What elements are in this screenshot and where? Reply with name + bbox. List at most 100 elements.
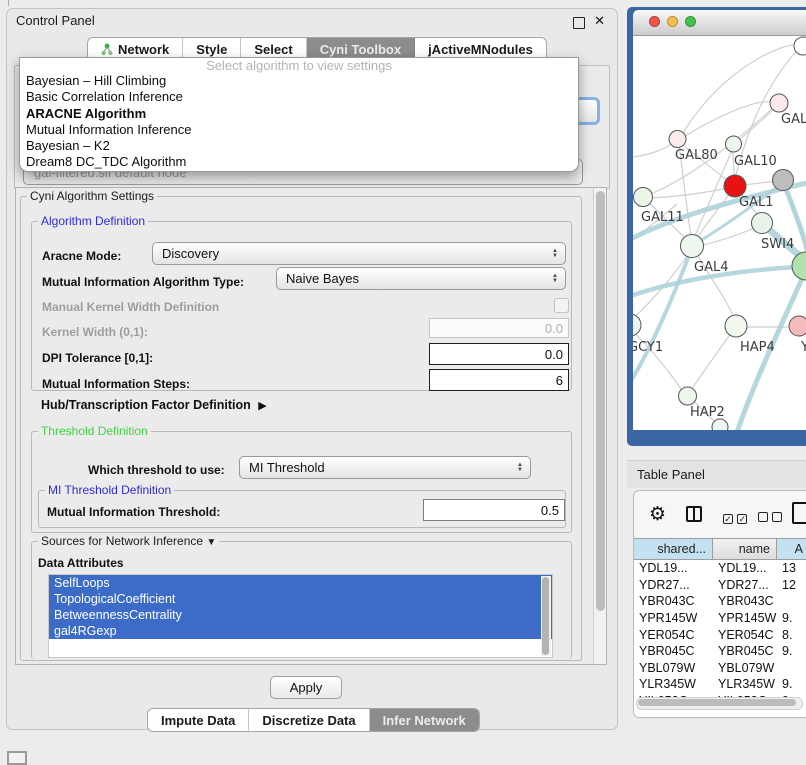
network-graph: GALGAL80GAL10GAL1GAL11SWI4GAL4GCY1HAP4YH… — [633, 36, 806, 430]
table-cell — [777, 593, 806, 610]
tab-impute-data[interactable]: Impute Data — [148, 709, 249, 731]
float-window-icon[interactable] — [573, 17, 585, 29]
settings-scrollbar[interactable] — [593, 188, 606, 664]
attribute-item[interactable]: BetweennessCentrality — [49, 607, 552, 623]
network-node-gcy1[interactable] — [633, 314, 641, 336]
new-table-icon[interactable] — [792, 502, 806, 524]
close-traffic-light-icon[interactable] — [649, 16, 660, 27]
algorithm-option[interactable]: Bayesian – Hill Climbing — [20, 73, 578, 89]
table-rows: YDL19...YDL19...13YDR27...YDR27...12YBR0… — [634, 560, 806, 717]
kernel-width-field[interactable]: 0.0 — [429, 318, 569, 338]
list-scrollbar[interactable] — [541, 576, 551, 656]
table-row[interactable]: YPR145WYPR145W9. — [634, 610, 806, 627]
column-header-name[interactable]: name — [713, 538, 777, 560]
aracne-mode-combo[interactable]: Discovery ▲▼ — [152, 242, 566, 265]
table-row[interactable]: YBR045CYBR045C9. — [634, 643, 806, 660]
dpi-tolerance-label: DPI Tolerance [0,1]: — [42, 351, 153, 365]
dpi-tolerance-field[interactable]: 0.0 — [429, 343, 569, 365]
algorithm-option[interactable]: ARACNE Algorithm — [20, 106, 578, 122]
table-row[interactable]: YDR27...YDR27...12 — [634, 577, 806, 594]
network-node-gal10[interactable] — [726, 136, 742, 152]
network-node-gal11[interactable] — [634, 188, 653, 207]
network-view-window[interactable]: GALGAL80GAL10GAL1GAL11SWI4GAL4GCY1HAP4YH… — [627, 7, 806, 446]
hub-definition-toggle[interactable]: Hub/Transcription Factor Definition ▶ — [41, 398, 263, 412]
table-cell: 9. — [777, 610, 806, 627]
mi-steps-field[interactable]: 6 — [429, 369, 569, 391]
combo-arrows-icon: ▲▼ — [552, 274, 558, 283]
table-row[interactable]: YBR043CYBR043C — [634, 593, 806, 610]
close-icon[interactable]: ✕ — [594, 13, 605, 29]
algorithm-option[interactable]: Bayesian – K2 — [20, 138, 578, 154]
algorithm-option[interactable]: Dream8 DC_TDC Algorithm — [20, 154, 578, 170]
mi-threshold-field[interactable]: 0.5 — [423, 499, 565, 521]
network-edge[interactable] — [691, 329, 734, 390]
network-node-y[interactable] — [789, 316, 806, 336]
network-node[interactable] — [773, 170, 794, 191]
mi-steps-label: Mutual Information Steps: — [42, 377, 190, 391]
column-header-shared[interactable]: shared... — [634, 538, 713, 560]
attribute-item[interactable]: gal4RGexp — [49, 623, 552, 639]
data-attributes-list[interactable]: SelfLoopsTopologicalCoefficientBetweenne… — [48, 574, 553, 658]
tab-infer-network[interactable]: Infer Network — [370, 709, 479, 731]
table-cell: 9. — [777, 643, 806, 660]
network-node[interactable] — [792, 252, 806, 280]
network-node-gal[interactable] — [770, 94, 788, 112]
tab-discretize-data[interactable]: Discretize Data — [249, 709, 369, 731]
table-cell: YBR045C — [713, 643, 777, 660]
table-cell: 8. — [777, 626, 806, 643]
table-row[interactable]: YLR345WYLR345W9. — [634, 676, 806, 693]
manual-kernel-checkbox[interactable] — [554, 298, 569, 313]
network-node-hap2[interactable] — [679, 387, 697, 405]
table-row[interactable]: YDL19...YDL19...13 — [634, 560, 806, 577]
which-threshold-combo[interactable]: MI Threshold ▲▼ — [239, 456, 531, 479]
table-cell: YPR145W — [634, 610, 713, 627]
table-cell: YBL079W — [634, 660, 713, 677]
node-label: Y — [800, 340, 806, 355]
table-horizontal-scrollbar[interactable] — [636, 697, 803, 710]
attribute-item[interactable]: SelfLoops — [49, 575, 552, 591]
tab-label: Select — [254, 42, 292, 57]
apply-button[interactable]: Apply — [270, 676, 342, 699]
select-all-checks-icon[interactable]: ✓ ✓ — [723, 509, 747, 527]
sources-toggle[interactable]: Sources for Network Inference ▼ — [38, 534, 219, 548]
deselect-all-checks-icon[interactable] — [758, 509, 782, 527]
minimized-panel-icon[interactable] — [7, 751, 27, 765]
cyni-mode-tabbar: Impute Data Discretize DataInfer Network — [147, 708, 480, 732]
network-node-gal1[interactable] — [724, 175, 746, 197]
node-label: SWI4 — [761, 237, 794, 252]
network-node-gal4[interactable] — [681, 235, 704, 258]
algorithm-option[interactable]: Mutual Information Inference — [20, 122, 578, 138]
attribute-item[interactable]: TopologicalCoefficient — [49, 591, 552, 607]
table-row[interactable]: YER054CYER054C8. — [634, 626, 806, 643]
network-edge[interactable] — [633, 142, 673, 158]
table-cell: YDL19... — [713, 560, 777, 577]
network-window-titlebar[interactable] — [633, 10, 806, 36]
tab-label: Impute Data — [161, 713, 235, 728]
zoom-traffic-light-icon[interactable] — [685, 16, 696, 27]
algorithm-option[interactable]: Basic Correlation Inference — [20, 89, 578, 105]
combo-arrows-icon: ▲▼ — [552, 249, 558, 258]
columns-icon[interactable] — [686, 506, 702, 522]
network-node-gal80[interactable] — [669, 131, 686, 148]
table-cell: YBR043C — [634, 593, 713, 610]
column-header-A[interactable]: A — [777, 538, 806, 560]
table-cell: YER054C — [713, 626, 777, 643]
node-label: GCY1 — [633, 340, 663, 355]
network-node-hap4[interactable] — [725, 315, 747, 337]
popup-placeholder: Select algorithm to view settings — [20, 58, 578, 73]
node-label: GAL — [781, 112, 806, 127]
mi-type-combo[interactable]: Naive Bayes ▲▼ — [276, 267, 566, 290]
table-row[interactable]: YBL079WYBL079W — [634, 660, 806, 677]
minimize-traffic-light-icon[interactable] — [667, 16, 678, 27]
group-title: MI Threshold Definition — [45, 483, 174, 497]
gear-icon[interactable]: ⚙ — [649, 503, 666, 526]
network-node-swi4[interactable] — [752, 213, 773, 234]
network-edge-thick[interactable] — [633, 250, 691, 390]
node-label: GAL4 — [694, 260, 728, 275]
network-canvas[interactable]: GALGAL80GAL10GAL1GAL11SWI4GAL4GCY1HAP4YH… — [633, 36, 806, 430]
combo-arrows-icon: ▲▼ — [517, 463, 523, 472]
table-cell: YLR345W — [713, 676, 777, 693]
node-label: GAL11 — [641, 210, 684, 225]
network-node[interactable] — [712, 419, 728, 430]
divider — [8, 0, 9, 6]
